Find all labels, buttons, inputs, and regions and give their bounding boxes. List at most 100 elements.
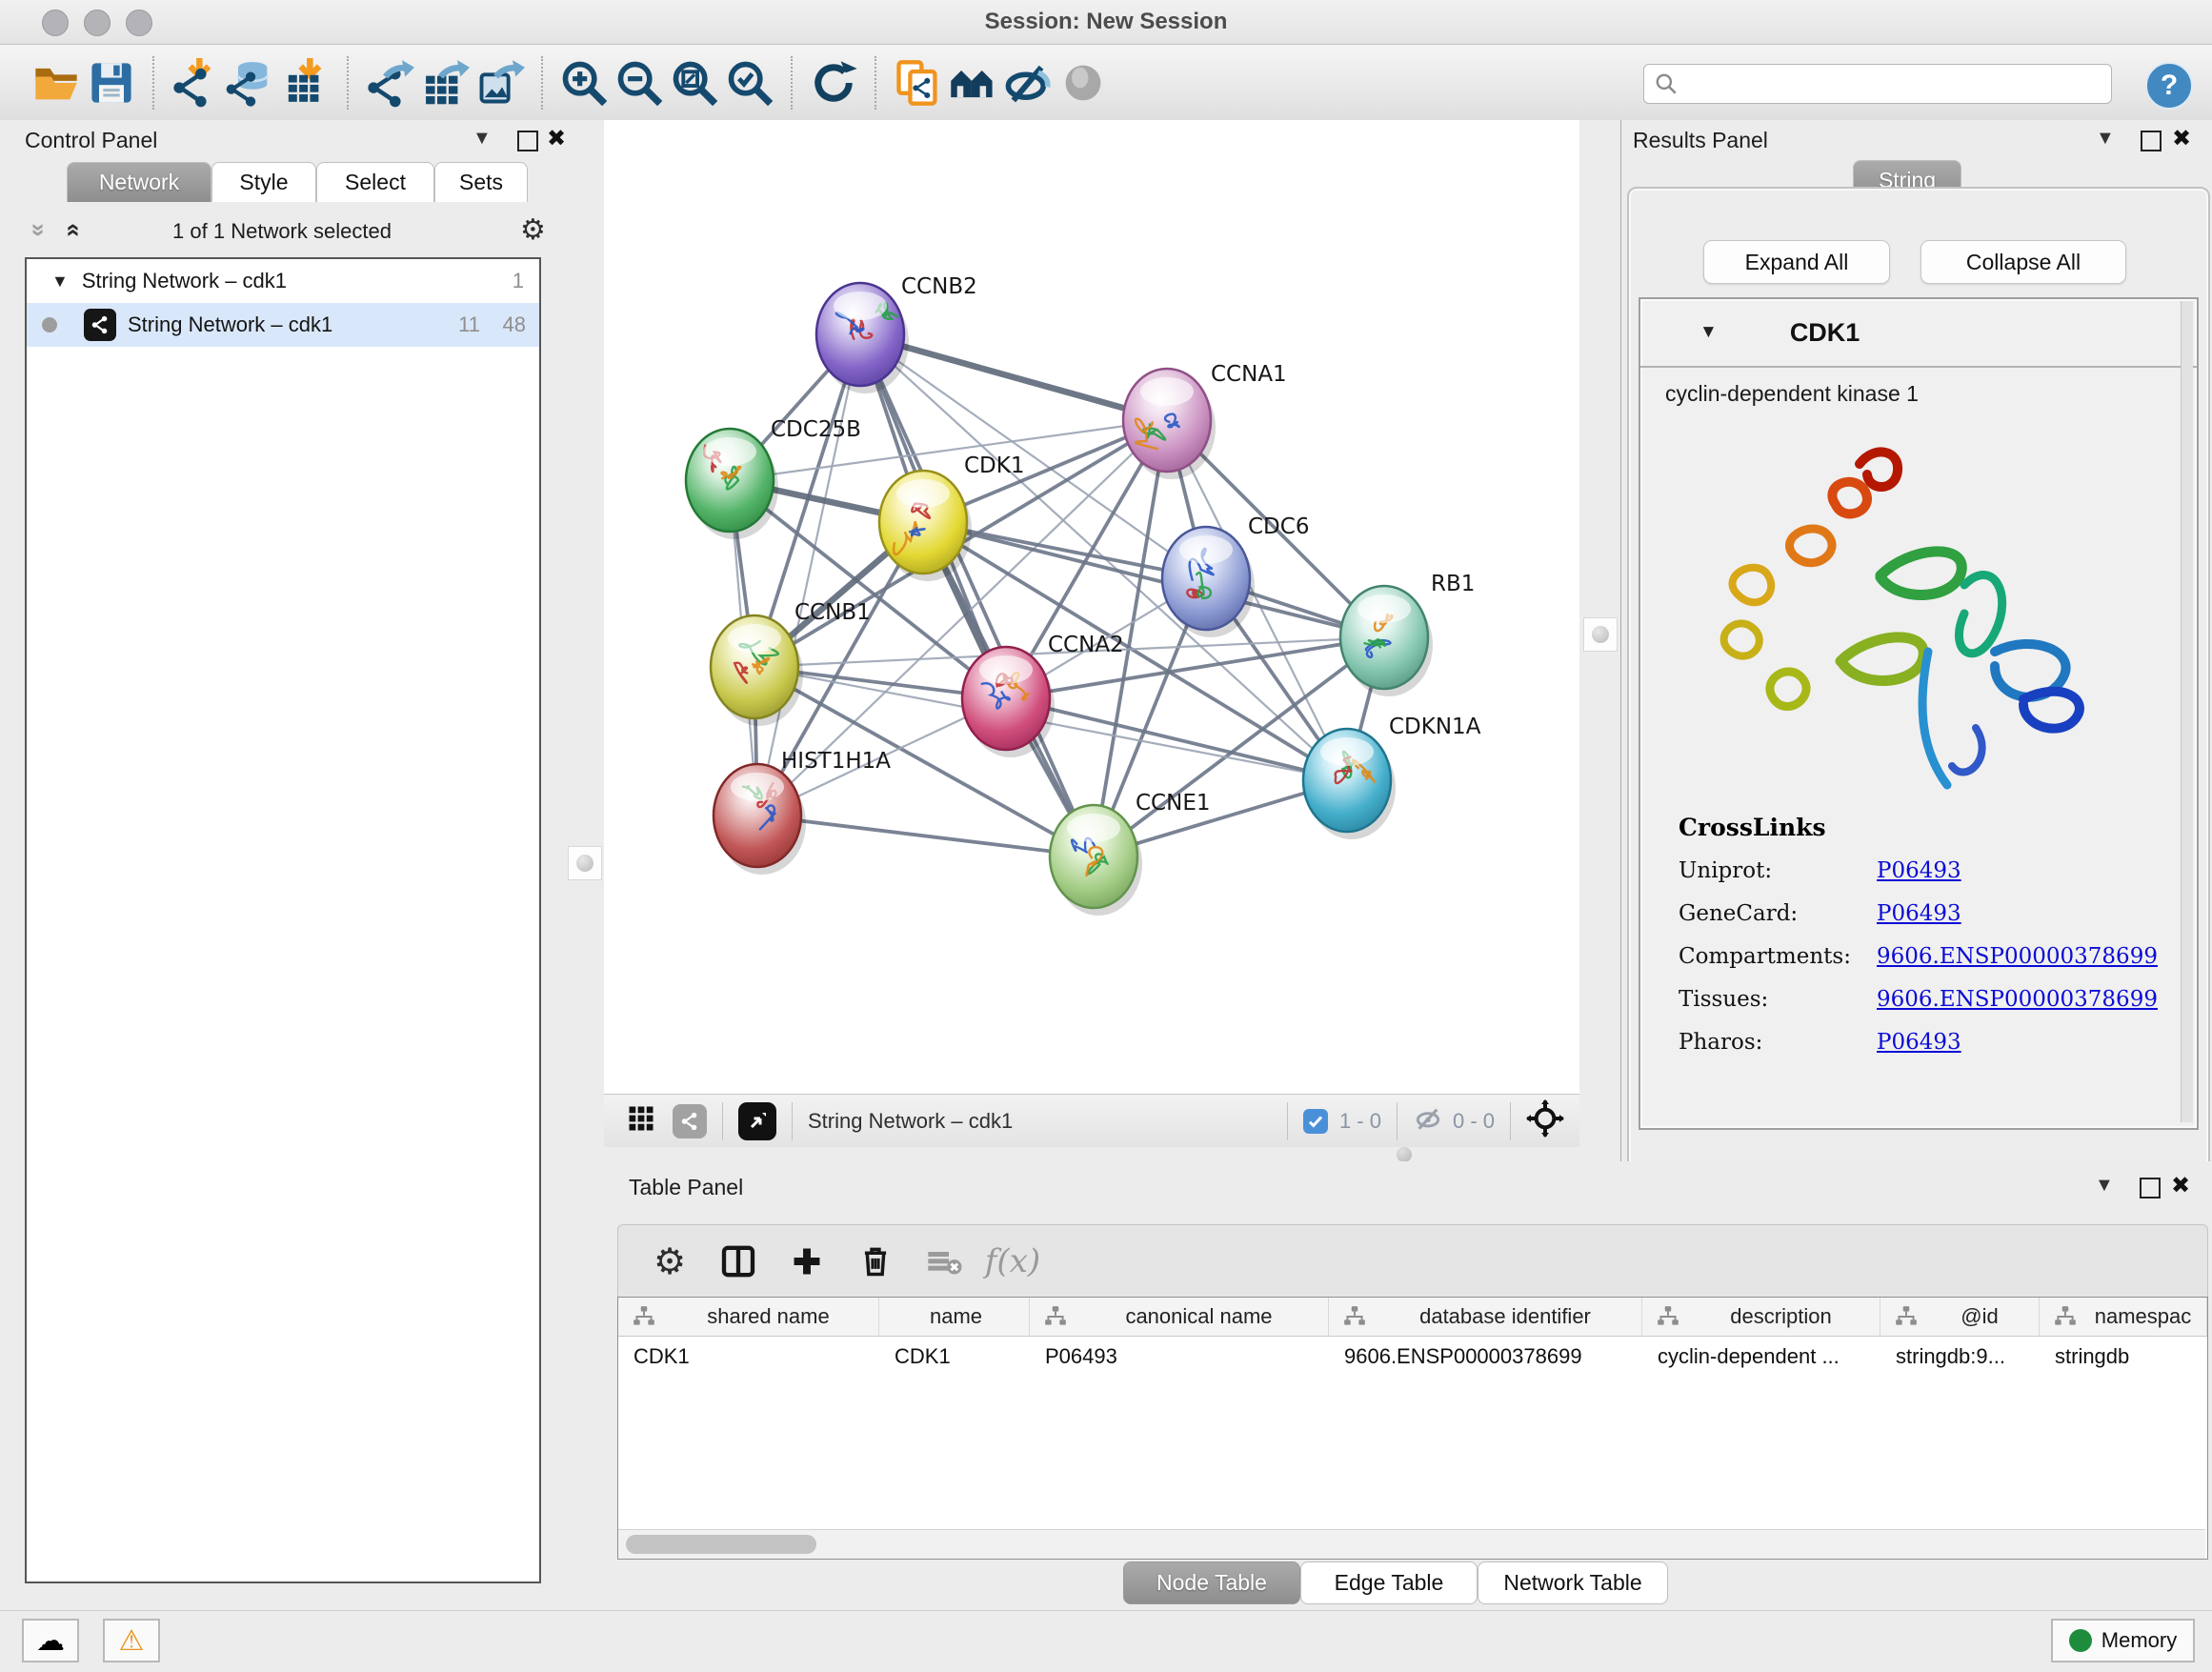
left-splitter-handle[interactable] (568, 846, 602, 880)
node-CCNA2[interactable] (962, 647, 1055, 757)
network-row[interactable]: String Network – cdk1 11 48 (27, 303, 539, 347)
zoom-in-button[interactable] (556, 55, 612, 111)
selected-nodes-checkbox-icon[interactable] (1303, 1109, 1328, 1134)
string-show-graphics-button[interactable] (1056, 55, 1111, 111)
table-hscrollbar-thumb[interactable] (626, 1535, 816, 1554)
column-header-namespac[interactable]: namespac (2040, 1298, 2207, 1336)
node-CCNA1[interactable] (1123, 369, 1216, 479)
float-panel-icon[interactable] (2140, 1178, 2161, 1199)
node-CDK1[interactable] (879, 471, 972, 581)
help-button[interactable]: ? (2145, 62, 2193, 110)
tab-sets[interactable]: Sets (434, 162, 528, 202)
node-CCNB2[interactable] (816, 283, 909, 393)
string-hide-glasses-button[interactable] (1000, 55, 1056, 111)
delete-column-trash-icon[interactable] (841, 1233, 910, 1290)
right-splitter-handle[interactable] (1583, 617, 1618, 652)
edge-CDK1-RB1[interactable] (923, 522, 1384, 637)
tab-node-table[interactable]: Node Table (1123, 1561, 1300, 1604)
cell--id[interactable]: stringdb:9... (1880, 1344, 2040, 1369)
cloud-service-button[interactable]: ☁ (22, 1619, 79, 1662)
edge-HIST1H1A-CCNE1[interactable] (757, 816, 1094, 856)
edge-CCNB2-HIST1H1A[interactable] (757, 334, 860, 816)
import-network-from-file-button[interactable] (168, 55, 223, 111)
float-panel-icon[interactable] (517, 131, 538, 151)
cell-namespac[interactable]: stringdb (2040, 1344, 2207, 1369)
crosslink-link[interactable]: P06493 (1877, 901, 1961, 926)
table-settings-gear-icon[interactable]: ⚙ (635, 1233, 704, 1290)
crosslink-link[interactable]: 9606.ENSP00000378699 (1877, 944, 2158, 969)
string-protein-query-button[interactable] (890, 55, 945, 111)
zoom-fit-content-button[interactable] (667, 55, 722, 111)
cell-canonical-name[interactable]: P06493 (1030, 1344, 1329, 1369)
import-network-from-database-button[interactable] (223, 55, 278, 111)
network-type-icon[interactable] (673, 1104, 707, 1138)
node-CDC25B[interactable] (686, 429, 778, 539)
save-session-button[interactable] (84, 55, 139, 111)
crosslink-link[interactable]: 9606.ENSP00000378699 (1877, 987, 2158, 1012)
search-input[interactable] (1684, 71, 2111, 97)
tab-edge-table[interactable]: Edge Table (1300, 1561, 1478, 1604)
crosslink-link[interactable]: P06493 (1877, 1030, 1961, 1055)
collapse-all-button[interactable]: Collapse All (1920, 240, 2126, 284)
crosslink-link[interactable]: P06493 (1877, 858, 1961, 883)
table-row[interactable]: CDK1CDK1P064939606.ENSP00000378699cyclin… (618, 1337, 2207, 1377)
function-builder-icon[interactable]: f(x) (978, 1233, 1047, 1290)
delete-table-icon[interactable] (910, 1233, 978, 1290)
panel-menu-caret-icon[interactable]: ▼ (2095, 1175, 2114, 1197)
node-CCNB1[interactable] (711, 615, 803, 726)
network-collection-row[interactable]: ▼ String Network – cdk1 1 (27, 259, 539, 303)
thumbnail-grid-icon[interactable] (627, 1104, 655, 1138)
close-panel-icon[interactable]: ✖ (2172, 125, 2191, 152)
import-table-from-file-button[interactable] (278, 55, 333, 111)
string-home-button[interactable] (945, 55, 1000, 111)
column-header-name[interactable]: name (879, 1298, 1030, 1336)
tab-style[interactable]: Style (211, 162, 316, 202)
edge-CCNA2-CDKN1A[interactable] (1006, 698, 1347, 780)
node-CCNE1[interactable] (1050, 805, 1142, 916)
column-header--id[interactable]: @id (1880, 1298, 2040, 1336)
column-header-shared-name[interactable]: shared name (618, 1298, 879, 1336)
horizontal-splitter[interactable] (604, 1147, 1579, 1161)
cell-description[interactable]: cyclin-dependent ... (1642, 1344, 1880, 1369)
column-header-database-identifier[interactable]: database identifier (1329, 1298, 1642, 1336)
close-panel-icon[interactable]: ✖ (2171, 1172, 2190, 1199)
expand-all-button[interactable]: Expand All (1703, 240, 1890, 284)
export-table-button[interactable] (417, 55, 473, 111)
network-options-gear-icon[interactable]: ⚙ (520, 213, 546, 247)
table-hscrollbar[interactable] (618, 1529, 2205, 1559)
node-collapse-caret-icon[interactable]: ▼ (1699, 322, 1718, 343)
edge-CCNB2-CCNE1[interactable] (860, 334, 1094, 856)
create-column-plus-icon[interactable] (773, 1233, 841, 1290)
tab-select[interactable]: Select (316, 162, 434, 202)
float-panel-icon[interactable] (2141, 131, 2162, 151)
memory-button[interactable]: Memory (2051, 1619, 2195, 1662)
fit-selected-crosshair-icon[interactable] (1526, 1099, 1564, 1143)
network-canvas[interactable]: CCNB2CCNA1CDC25BCDK1CDC6RB1CCNB1CCNA2HIS… (604, 120, 1579, 1094)
column-header-canonical-name[interactable]: canonical name (1030, 1298, 1329, 1336)
export-network-button[interactable] (362, 55, 417, 111)
hidden-elements-eye-icon[interactable] (1413, 1103, 1443, 1139)
zoom-out-button[interactable] (612, 55, 667, 111)
panel-menu-caret-icon[interactable]: ▼ (473, 128, 492, 150)
panel-menu-caret-icon[interactable]: ▼ (2096, 128, 2115, 150)
zoom-selected-region-button[interactable] (722, 55, 777, 111)
cell-name[interactable]: CDK1 (879, 1344, 1030, 1369)
open-file-button[interactable] (29, 55, 84, 111)
cell-database-identifier[interactable]: 9606.ENSP00000378699 (1329, 1344, 1642, 1369)
node-CDC6[interactable] (1162, 527, 1255, 637)
collection-collapse-caret-icon[interactable]: ▼ (51, 272, 69, 292)
node-RB1[interactable] (1340, 586, 1433, 696)
cell-shared-name[interactable]: CDK1 (618, 1344, 879, 1369)
birds-eye-view-icon[interactable] (738, 1102, 776, 1140)
node-CDKN1A[interactable] (1303, 729, 1396, 839)
show-columns-icon[interactable] (704, 1233, 773, 1290)
left-splitter[interactable] (564, 120, 604, 1610)
node-label-CCNB2: CCNB2 (901, 274, 977, 299)
warnings-button[interactable]: ⚠ (103, 1619, 160, 1662)
reload-network-button[interactable] (806, 55, 861, 111)
results-scrollbar[interactable] (2181, 301, 2193, 1122)
export-image-button[interactable] (473, 55, 528, 111)
tab-network[interactable]: Network (67, 162, 211, 202)
column-header-description[interactable]: description (1642, 1298, 1880, 1336)
tab-network-table[interactable]: Network Table (1478, 1561, 1668, 1604)
